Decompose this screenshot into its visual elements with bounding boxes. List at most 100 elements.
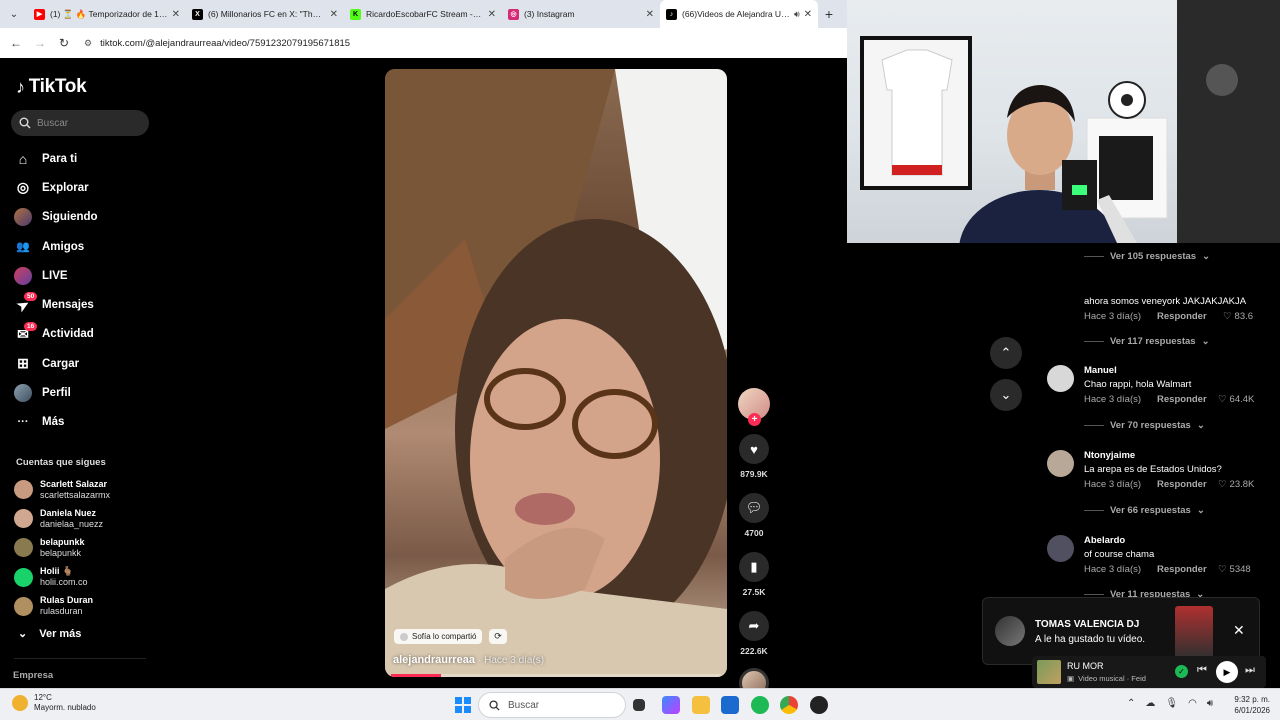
copilot-icon[interactable] [662,696,680,714]
back-icon[interactable]: ← [6,33,26,53]
close-tab-icon[interactable]: ✕ [804,9,812,20]
browser-tab[interactable]: K RicardoEscobarFC Stream - Watc... ✕ [344,0,502,28]
close-tab-icon[interactable]: ✕ [330,9,338,20]
taskbar-search[interactable]: Buscar [478,692,626,718]
nav-item-live[interactable]: LIVE [14,261,154,290]
video-author[interactable]: alejandraurreaa · Hace 3 día(s) [393,654,544,666]
repost-icon[interactable]: ⟳ [489,629,507,644]
bookmark-icon[interactable]: ▮ [739,552,769,582]
close-icon[interactable]: ✕ [1233,622,1245,639]
shared-by-badge[interactable]: Sofía lo compartió [394,629,483,644]
nav-item-siguiendo[interactable]: Siguiendo [14,203,154,232]
like-button[interactable]: ♡ 5348 [1218,564,1251,575]
next-track-icon[interactable]: ⏭︎ [1245,664,1255,677]
notification-toast[interactable]: TOMAS VALENCIA DJ A le ha gustado tu víd… [982,597,1260,665]
check-icon[interactable]: ✓ [1175,665,1188,678]
view-replies-button[interactable]: Ver 117 respuestas ⌄ [1084,336,1210,347]
nav-item-mensajes[interactable]: ➤ 50 Mensajes [14,290,154,319]
view-replies-button[interactable]: Ver 70 respuestas ⌄ [1084,420,1205,431]
previous-track-icon[interactable]: ⏮︎ [1197,664,1207,677]
avatar[interactable] [1047,365,1074,392]
forward-icon[interactable]: → [30,33,50,53]
spotify-icon[interactable] [751,696,769,714]
avatar[interactable] [1047,535,1074,562]
reply-button[interactable]: Responder [1157,394,1207,405]
following-account[interactable]: belapunkk belapunkk [14,533,159,562]
search-input[interactable]: Buscar [11,110,149,136]
save-action[interactable]: ▮ 27.5K [736,552,772,597]
app-icon[interactable] [810,696,828,714]
file-explorer-icon[interactable] [692,696,710,714]
like-button[interactable]: ♡ 83.6 [1223,311,1253,322]
video-progress-bar[interactable] [391,674,721,677]
store-icon[interactable] [721,696,739,714]
microphone-icon[interactable]: 🎙︎ [1165,698,1178,709]
browser-tab[interactable]: ◎ (3) Instagram ✕ [502,0,660,28]
previous-video-icon[interactable]: ⌃ [990,337,1022,369]
new-tab-icon[interactable]: + [818,0,840,28]
reply-button[interactable]: Responder [1157,311,1207,322]
chrome-icon[interactable] [780,696,798,714]
following-account[interactable]: Daniela Nuez danielaa_nuezz [14,504,159,533]
see-more-button[interactable]: ⌄ Ver más [18,627,81,641]
comment-author[interactable]: Abelardo [1084,535,1125,546]
video-player[interactable]: Sofía lo compartió ⟳ alejandraurreaa · H… [385,69,727,677]
following-account[interactable]: Scarlett Salazar scarlettsalazarmx [14,475,159,504]
comment-action[interactable]: 💬︎ 4700 [736,493,772,538]
close-tab-icon[interactable]: ✕ [172,9,180,20]
following-title: Cuentas que sigues [16,457,106,468]
view-replies-button[interactable]: Ver 105 respuestas ⌄ [1084,251,1210,262]
browser-tab-active[interactable]: ♪ (66)Videos de Alejandra Urr... 🔊︎ ✕ [660,0,818,28]
comment-author[interactable]: Ntonyjaime [1084,450,1135,461]
url-field[interactable]: ⚙ tiktok.com/@alejandraurreaa/video/7591… [84,38,350,49]
share-action[interactable]: ➦ 222.6K [736,611,772,656]
nav-item-amigos[interactable]: 👥 Amigos [14,232,154,261]
windows-start-icon[interactable] [455,697,471,713]
avatar[interactable] [1047,281,1074,308]
task-view-icon[interactable] [633,699,645,711]
wifi-icon[interactable]: ◠ [1188,698,1197,709]
comment-icon[interactable]: 💬︎ [739,493,769,523]
nav-item-cargar[interactable]: ⊞ Cargar [14,349,154,378]
nav-item-actividad[interactable]: ✉ 16 Actividad [14,320,154,349]
heart-icon[interactable]: ♥ [739,434,769,464]
network-icon[interactable]: ☁ [1145,698,1155,709]
comment-author[interactable]: Manuel [1084,365,1117,376]
like-action[interactable]: ♥ 879.9K [736,434,772,479]
view-replies-button[interactable]: Ver 66 respuestas ⌄ [1084,505,1205,516]
browser-tab[interactable]: ▶ (1) ⏳ 🔥 Temporizador de 10 Ho... ✕ [28,0,186,28]
author-avatar[interactable]: + [738,388,770,426]
nav-item-para-ti[interactable]: ⌂ Para ti [14,144,154,173]
next-video-icon[interactable]: ⌄ [990,379,1022,411]
tab-search-chevron-icon[interactable]: ⌄ [0,0,28,28]
like-button[interactable]: ♡ 64.4K [1218,394,1254,405]
reply-button[interactable]: Responder [1157,479,1207,490]
notification-video-thumbnail[interactable] [1175,606,1213,658]
avatar[interactable] [1047,450,1074,477]
like-button[interactable]: ♡ 23.8K [1218,479,1254,490]
album-art[interactable] [1037,660,1061,684]
speaker-icon[interactable]: 🔊︎ [794,9,800,20]
sidebar-divider [14,658,146,659]
reply-button[interactable]: Responder [1157,564,1207,575]
comment-meta: Hace 3 día(s) Responder [1084,479,1207,490]
site-info-icon[interactable]: ⚙ [84,38,92,49]
follow-plus-icon[interactable]: + [748,413,761,426]
following-account[interactable]: Holii 🫰🏽 holii.com.co [14,563,159,592]
nav-item-mas[interactable]: ··· Más [14,408,154,437]
reload-icon[interactable]: ↻ [54,33,74,53]
share-icon[interactable]: ➦ [739,611,769,641]
chevron-up-icon[interactable]: ⌃ [1127,698,1135,709]
tiktok-logo[interactable]: ♪ TikTok [16,76,87,98]
weather-widget[interactable]: 12°C Mayorm. nublado [12,693,96,713]
nav-item-perfil[interactable]: Perfil [14,378,154,407]
company-link[interactable]: Empresa [13,670,53,681]
close-tab-icon[interactable]: ✕ [488,9,496,20]
following-account[interactable]: Rulas Duran rulasduran [14,592,159,621]
volume-icon[interactable]: 🔊︎ [1207,698,1213,709]
clock[interactable]: 9:32 p. m. 6/01/2026 [1234,694,1270,716]
browser-tab[interactable]: X (6) Millonarios FC en X: "The La... ✕ [186,0,344,28]
close-tab-icon[interactable]: ✕ [646,9,654,20]
nav-item-explorar[interactable]: ◎ Explorar [14,173,154,202]
play-icon[interactable]: ▶ [1216,661,1238,683]
